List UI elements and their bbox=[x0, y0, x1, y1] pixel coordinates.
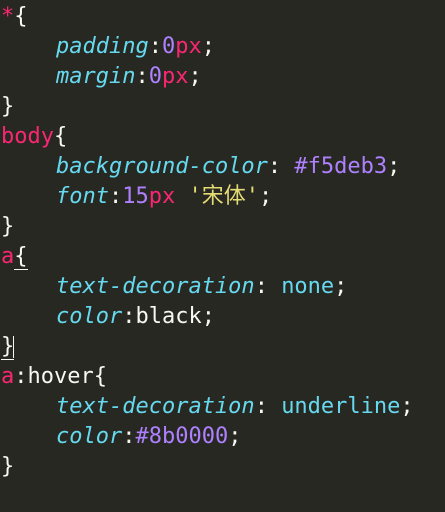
code-line-2[interactable]: padding:0px; bbox=[0, 32, 445, 62]
semicolon: ; bbox=[387, 154, 401, 179]
code-line-9[interactable]: a{ bbox=[0, 242, 445, 272]
code-line-1[interactable]: *{ bbox=[0, 2, 445, 32]
property-margin: margin bbox=[56, 64, 136, 89]
unit-px: px bbox=[148, 184, 176, 209]
keyword-value: black bbox=[135, 304, 202, 329]
semicolon: ; bbox=[400, 394, 414, 419]
open-brace: { bbox=[93, 364, 107, 389]
code-line-10[interactable]: text-decoration: none; bbox=[0, 272, 445, 302]
pseudo-class-hover: :hover bbox=[14, 364, 94, 389]
code-line-13[interactable]: a:hover{ bbox=[0, 362, 445, 392]
number-value: 15 bbox=[122, 184, 149, 209]
colon: : bbox=[254, 274, 282, 299]
property-color: color bbox=[56, 304, 123, 329]
colon: : bbox=[254, 394, 282, 419]
text-cursor bbox=[13, 336, 15, 358]
semicolon: ; bbox=[334, 274, 348, 299]
keyword-value: none bbox=[281, 274, 335, 299]
semicolon: ; bbox=[228, 424, 242, 449]
selector-body: body bbox=[1, 124, 54, 149]
colon: : bbox=[148, 34, 162, 59]
code-line-4[interactable]: } bbox=[0, 92, 445, 122]
unit-px: px bbox=[175, 34, 202, 59]
code-line-5[interactable]: body{ bbox=[0, 122, 445, 152]
property-padding: padding bbox=[56, 34, 149, 59]
code-editor[interactable]: *{ padding:0px; margin:0px; } body{ back… bbox=[0, 0, 445, 512]
property-color: color bbox=[56, 424, 123, 449]
colon: : bbox=[267, 154, 295, 179]
number-value: 0 bbox=[148, 64, 162, 89]
property-text-decoration: text-decoration bbox=[56, 274, 255, 299]
code-line-15[interactable]: color:#8b0000; bbox=[0, 422, 445, 452]
colon: : bbox=[122, 424, 136, 449]
open-brace: { bbox=[53, 124, 68, 149]
code-line-7[interactable]: font:15px '宋体'; bbox=[0, 182, 445, 212]
code-line-16[interactable]: } bbox=[0, 452, 445, 482]
property-font: font bbox=[56, 184, 109, 209]
string-value: '宋体' bbox=[188, 184, 259, 209]
colon: : bbox=[135, 64, 149, 89]
selector-a: a bbox=[1, 244, 15, 269]
selector-a: a bbox=[1, 364, 15, 389]
property-text-decoration: text-decoration bbox=[56, 394, 255, 419]
code-line-11[interactable]: color:black; bbox=[0, 302, 445, 332]
code-line-14[interactable]: text-decoration: underline; bbox=[0, 392, 445, 422]
close-brace-matched: } bbox=[1, 334, 15, 360]
open-brace: { bbox=[14, 4, 28, 29]
semicolon: ; bbox=[201, 304, 215, 329]
code-line-6[interactable]: background-color: #f5deb3; bbox=[0, 152, 445, 182]
close-brace: } bbox=[1, 454, 15, 479]
code-line-3[interactable]: margin:0px; bbox=[0, 62, 445, 92]
color-value: #8b0000 bbox=[135, 424, 229, 449]
colon: : bbox=[108, 184, 123, 209]
selector-universal: * bbox=[1, 4, 15, 29]
close-brace: } bbox=[1, 214, 15, 239]
keyword-value: underline bbox=[281, 394, 401, 419]
semicolon: ; bbox=[258, 184, 273, 209]
color-value: #f5deb3 bbox=[294, 154, 388, 179]
code-line-12[interactable]: } bbox=[0, 332, 445, 362]
colon: : bbox=[122, 304, 136, 329]
close-brace: } bbox=[1, 94, 15, 119]
code-line-8[interactable]: } bbox=[0, 212, 445, 242]
semicolon: ; bbox=[188, 64, 202, 89]
property-background-color: background-color bbox=[56, 154, 268, 179]
unit-px: px bbox=[161, 64, 189, 89]
semicolon: ; bbox=[201, 34, 215, 59]
open-brace-matched: { bbox=[14, 244, 28, 270]
number-value: 0 bbox=[161, 34, 176, 59]
